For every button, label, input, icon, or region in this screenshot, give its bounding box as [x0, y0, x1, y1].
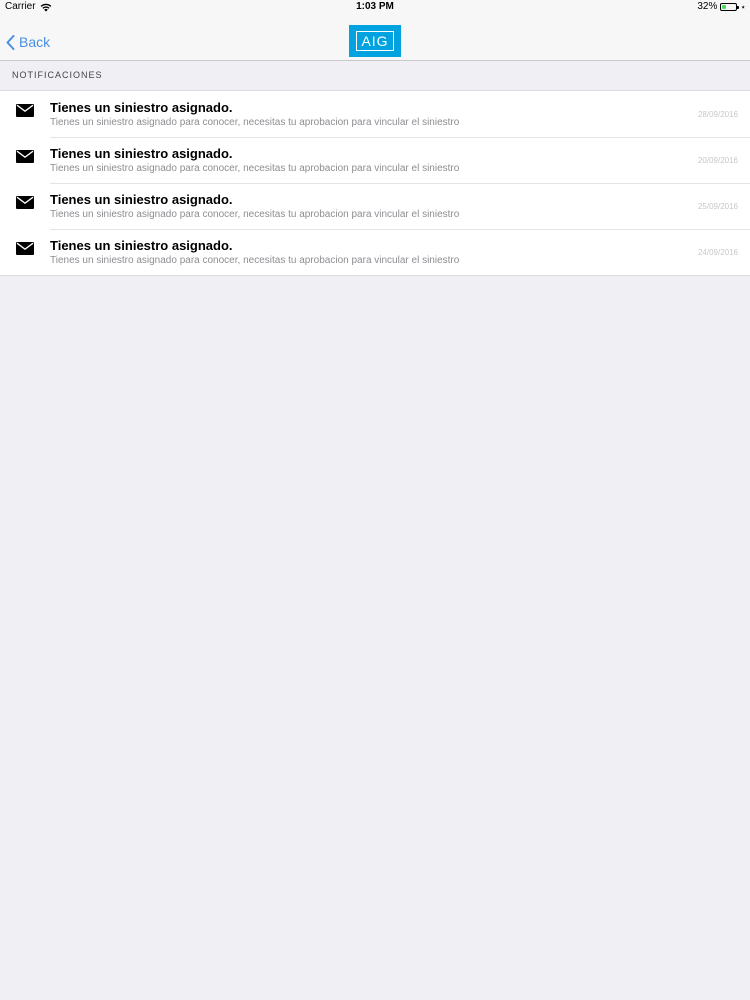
notification-title: Tienes un siniestro asignado. [50, 146, 233, 161]
notification-date: 24/09/2016 [697, 248, 738, 257]
envelope-icon [16, 150, 34, 163]
notification-item[interactable]: Tienes un siniestro asignado. Tienes un … [0, 183, 750, 229]
status-right: 32% ⋆ [697, 0, 746, 14]
notification-list: Tienes un siniestro asignado. Tienes un … [0, 90, 750, 276]
chevron-left-icon [6, 34, 15, 50]
notification-date: 25/09/2016 [697, 202, 738, 211]
notification-date: 28/09/2016 [697, 110, 738, 119]
back-button-label: Back [19, 34, 51, 50]
aig-logo: AIG [349, 25, 401, 57]
battery-percentage: 32% [697, 1, 718, 12]
navigation-bar: Back AIG [0, 14, 750, 61]
notification-subtitle: Tienes un siniestro asignado para conoce… [50, 117, 460, 128]
back-button[interactable]: Back [6, 34, 50, 50]
envelope-icon [16, 104, 34, 117]
envelope-icon [16, 242, 34, 255]
envelope-icon [16, 196, 34, 209]
status-bar: Carrier 1:03 PM 32% ⋆ [0, 0, 750, 14]
notification-subtitle: Tienes un siniestro asignado para conoce… [50, 163, 460, 174]
battery-icon [720, 3, 740, 11]
section-header-notificaciones: NOTIFICACIONES [12, 70, 103, 80]
aig-logo-text: AIG [356, 31, 394, 51]
battery-fill [722, 5, 727, 9]
status-time: 1:03 PM [356, 1, 394, 12]
notification-subtitle: Tienes un siniestro asignado para conoce… [50, 255, 460, 266]
notification-title: Tienes un siniestro asignado. [50, 192, 233, 207]
charging-icon: ⋆ [740, 2, 746, 12]
notification-item[interactable]: Tienes un siniestro asignado. Tienes un … [0, 137, 750, 183]
notification-subtitle: Tienes un siniestro asignado para conoce… [50, 209, 460, 220]
notification-title: Tienes un siniestro asignado. [50, 238, 233, 253]
notification-item[interactable]: Tienes un siniestro asignado. Tienes un … [0, 91, 750, 137]
notification-item[interactable]: Tienes un siniestro asignado. Tienes un … [0, 229, 750, 275]
notification-date: 20/09/2016 [697, 156, 738, 165]
notification-title: Tienes un siniestro asignado. [50, 100, 233, 115]
